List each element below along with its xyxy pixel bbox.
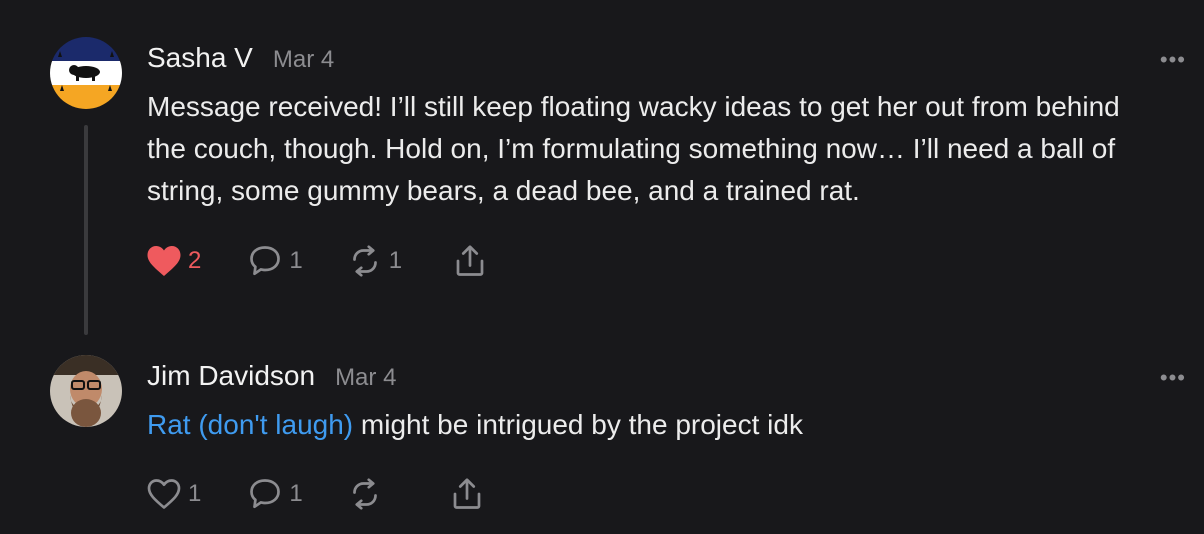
repost-icon (352, 245, 377, 277)
more-icon[interactable]: ••• (1160, 47, 1186, 73)
repost-icon (352, 478, 377, 510)
repost-button[interactable] (347, 476, 389, 512)
like-button[interactable]: 2 (146, 244, 201, 278)
profile-photo (50, 355, 122, 427)
post-actions: 2 1 1 (146, 243, 488, 279)
post-date[interactable]: Mar 4 (273, 46, 334, 74)
post-date[interactable]: Mar 4 (335, 364, 396, 392)
reply-count: 1 (289, 247, 303, 274)
post-text: Message received! I’ll still keep floati… (147, 91, 1120, 206)
comment-icon (250, 246, 281, 276)
like-button[interactable]: 1 (146, 477, 201, 511)
heart-icon (147, 246, 181, 276)
like-count: 1 (188, 480, 202, 507)
post-text-rest: might be intrigued by the project idk (353, 409, 803, 440)
repost-button[interactable]: 1 (347, 243, 402, 279)
avatar[interactable] (50, 37, 122, 109)
share-button[interactable] (452, 243, 488, 279)
author-name[interactable]: Jim Davidson (147, 360, 315, 392)
like-count: 2 (188, 247, 202, 274)
post-text: Rat (don't laugh) might be intrigued by … (147, 404, 1157, 446)
mention-link[interactable]: Rat (don't laugh) (147, 409, 353, 440)
comment-icon (250, 479, 281, 509)
heart-icon (147, 479, 181, 509)
share-button[interactable] (449, 476, 485, 512)
thread-line (84, 125, 88, 335)
share-icon (453, 478, 481, 509)
post-actions: 1 1 (146, 476, 485, 512)
reply-count: 1 (289, 480, 303, 507)
reply-button[interactable]: 1 (247, 243, 303, 279)
reply-button[interactable]: 1 (247, 476, 303, 512)
post-header: Sasha V Mar 4 (147, 42, 334, 74)
author-name[interactable]: Sasha V (147, 42, 253, 74)
more-icon[interactable]: ••• (1160, 365, 1186, 391)
repost-count: 1 (388, 247, 403, 274)
post-header: Jim Davidson Mar 4 (147, 360, 396, 392)
flag-avatar-image (50, 37, 122, 109)
share-icon (456, 245, 484, 276)
avatar[interactable] (50, 355, 122, 427)
